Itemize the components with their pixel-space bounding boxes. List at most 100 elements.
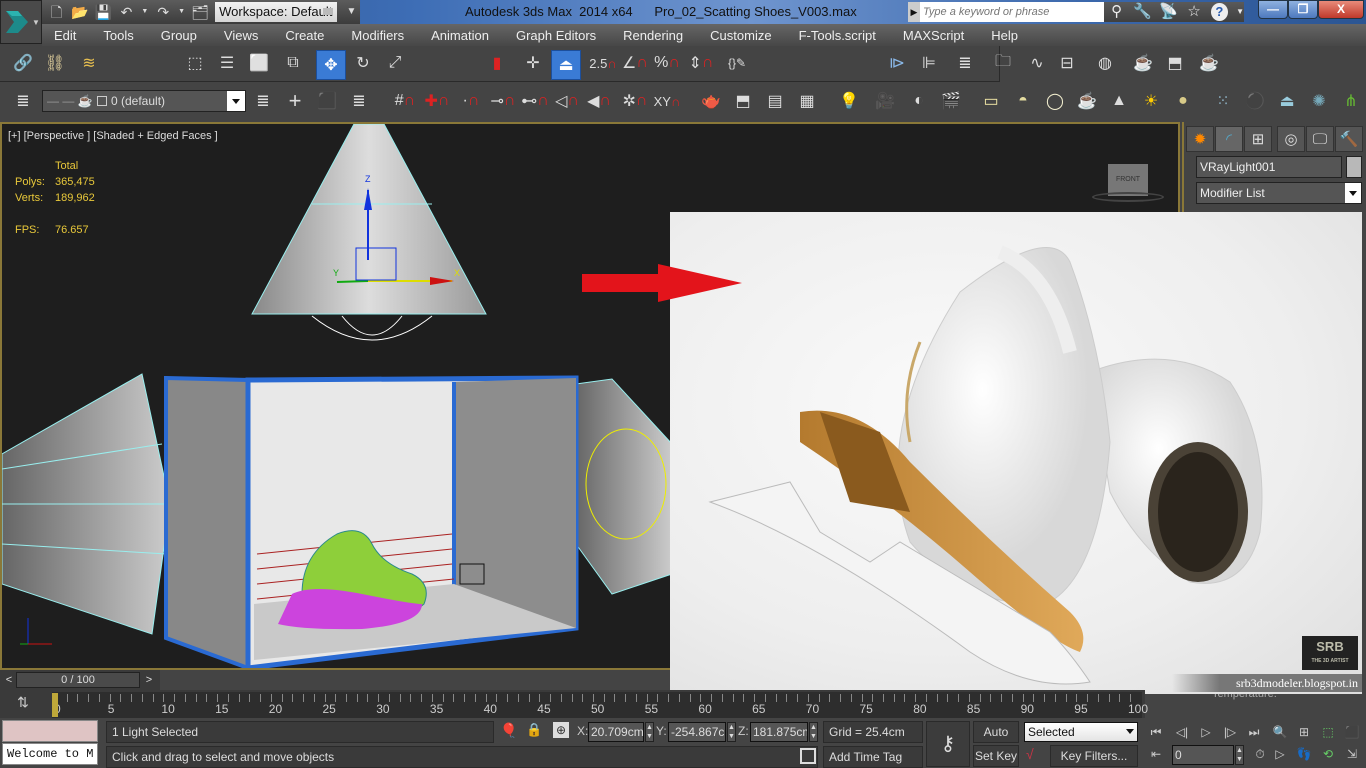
curve-editor-icon[interactable]: ∿ — [1024, 50, 1050, 76]
grass-icon[interactable]: ⋔ — [1338, 88, 1364, 114]
link-icon[interactable]: 🔗 — [10, 50, 36, 76]
x-spinner[interactable]: ▲ ▼ — [645, 722, 654, 742]
teapot-icon[interactable]: 🫖 — [698, 88, 724, 114]
select-objects-in-layer-icon[interactable]: ⬛ — [314, 88, 340, 114]
face-snap-icon[interactable]: ◀ ∩ — [586, 88, 612, 114]
key-mode-toggle-icon[interactable]: ⇤ — [1146, 744, 1166, 764]
save-icon[interactable]: 💾 — [95, 3, 112, 21]
auto-key-button[interactable]: Auto Key — [973, 721, 1019, 759]
frame-spinner[interactable]: ▲ ▼ — [1235, 745, 1244, 765]
keyboard-shortcut-override-icon[interactable]: ⏏ — [551, 50, 581, 80]
y-coordinate-field[interactable]: -254.867cm — [668, 722, 726, 742]
menu-views[interactable]: Views — [224, 28, 258, 43]
menu-group[interactable]: Group — [161, 28, 197, 43]
zoom-extents-icon[interactable]: ⬚ — [1318, 722, 1338, 742]
vertex-snap-icon[interactable]: · ∩ — [458, 88, 484, 114]
edit-named-selection-icon[interactable]: {}✎ — [724, 50, 750, 76]
particles-icon[interactable]: ⁙ — [1210, 88, 1236, 114]
spinner-snap-icon[interactable]: ⇕ ∩ — [688, 50, 714, 76]
timeline-ruler[interactable]: 0510152025303540455055606570758085909510… — [52, 692, 1148, 718]
maxscript-listener-input[interactable] — [2, 720, 98, 742]
window-crossing-icon[interactable]: ⧉ — [280, 50, 306, 76]
select-and-rotate-icon[interactable]: ↻ — [350, 50, 376, 76]
go-to-start-icon[interactable]: ⏮ — [1146, 722, 1166, 742]
set-key-button[interactable]: Set Key — [973, 745, 1019, 767]
viewcube-compass-ring[interactable] — [1092, 192, 1164, 202]
sphere-light-icon[interactable]: ◯ — [1042, 88, 1068, 114]
maximize-viewport-icon[interactable]: ⇲ — [1342, 744, 1362, 764]
dome-light-icon[interactable]: ◓ — [1010, 88, 1036, 114]
field-of-view-icon[interactable]: ▷ — [1270, 744, 1290, 764]
select-and-scale-icon[interactable]: ⤢ — [382, 50, 408, 76]
percent-snap-icon[interactable]: % ∩ — [654, 50, 680, 76]
object-name-field[interactable]: VRayLight001 — [1196, 156, 1342, 178]
key-mode-dropdown[interactable]: Selected — [1024, 722, 1138, 742]
mini-curve-editor-icon[interactable]: ⇅ — [8, 694, 38, 714]
tab-utilities[interactable]: 🔨 — [1335, 126, 1363, 152]
molecule-icon[interactable]: ⚫ — [1242, 88, 1268, 114]
layer-manager-icon[interactable]: ≣ — [952, 50, 978, 76]
pivot-point-center-icon[interactable]: ▮ — [484, 50, 510, 76]
pan-view-icon[interactable]: 👣 — [1294, 744, 1314, 764]
add-to-layer-icon[interactable]: + — [282, 88, 308, 114]
tab-hierarchy[interactable]: ⊞ — [1244, 126, 1272, 152]
help-icon[interactable]: ? — [1210, 3, 1229, 21]
zoom-extents-all-icon[interactable]: ⬛ — [1342, 722, 1362, 742]
stereo-camera-icon[interactable]: 🎬 — [938, 88, 964, 114]
camera-icon[interactable]: 🎥 — [872, 88, 898, 114]
scatter-icon[interactable]: ✺ — [1306, 88, 1332, 114]
time-slider-thumb[interactable]: 0 / 100 — [16, 672, 140, 688]
current-frame-field[interactable]: 0 — [1172, 745, 1234, 765]
tab-modify[interactable]: ◜ — [1215, 126, 1243, 152]
ambient-light-icon[interactable]: ● — [1170, 88, 1196, 114]
angle-snap-icon[interactable]: ∠ ∩ — [622, 50, 648, 76]
unlink-icon[interactable]: ⛓ — [42, 50, 68, 76]
zoom-icon[interactable]: 🔍 — [1270, 722, 1290, 742]
x-coordinate-field[interactable]: 20.709cm — [588, 722, 644, 742]
select-by-name-icon[interactable]: ☰ — [214, 50, 240, 76]
select-and-move-icon[interactable]: ✥ — [316, 50, 346, 80]
layer-manager-icon[interactable]: ≣ — [10, 88, 36, 114]
new-file-icon[interactable]: 🗋 — [48, 3, 65, 21]
layer-dropdown[interactable]: — — ☕ 0 (default) — [42, 90, 246, 112]
z-coordinate-field[interactable]: 181.875cm — [750, 722, 808, 742]
customize-qa-icon[interactable]: ▼ — [343, 3, 360, 21]
restore-button[interactable]: ❐ — [1288, 0, 1318, 19]
z-spinner[interactable]: ▲ ▼ — [809, 722, 818, 742]
schematic-view-icon[interactable]: ⊟ — [1054, 50, 1080, 76]
selection-lock-icon[interactable]: 🔒 — [526, 722, 542, 738]
tab-motion[interactable]: ◎ — [1277, 126, 1305, 152]
previous-frame-icon[interactable]: ◁| — [1172, 722, 1192, 742]
play-icon[interactable]: ▷ — [1196, 722, 1216, 742]
right-spotlight-cone[interactable] — [575, 378, 673, 595]
tab-display[interactable]: 🖵 — [1306, 126, 1334, 152]
redo-icon[interactable]: ↷ — [155, 3, 172, 21]
rendered-frame-window-icon[interactable]: ⬒ — [1162, 50, 1188, 76]
render-setup-icon[interactable]: ☕ — [1130, 50, 1156, 76]
time-tag-icon[interactable] — [800, 748, 816, 764]
endpoint-snap-icon[interactable]: ⊸ ∩ — [490, 88, 516, 114]
expand-arrow-icon[interactable]: ▶ — [908, 2, 920, 22]
time-configuration-icon[interactable]: ⏱ — [1250, 744, 1270, 764]
menu-create[interactable]: Create — [285, 28, 324, 43]
menu-graph-editors[interactable]: Graph Editors — [516, 28, 596, 43]
menu-modifiers[interactable]: Modifiers — [351, 28, 404, 43]
satellite-icon[interactable]: 📡 — [1159, 3, 1178, 21]
workspace-dropdown[interactable]: Workspace: Default — [215, 2, 337, 22]
bind-space-warp-icon[interactable]: ≋ — [76, 50, 102, 76]
light-lister-icon[interactable]: 💡 — [836, 88, 862, 114]
menu-edit[interactable]: Edit — [54, 28, 76, 43]
menu-ftools-script[interactable]: F-Tools.script — [799, 28, 876, 43]
ies-light-icon[interactable]: ▲ — [1106, 88, 1132, 114]
sun-icon[interactable]: ☀ — [1138, 88, 1164, 114]
scene-explorer-icon[interactable]: 🗀 — [990, 50, 1016, 76]
star-icon[interactable]: ☆ — [1185, 3, 1202, 21]
time-slider-prev[interactable]: < — [2, 672, 16, 688]
midpoint-snap-icon[interactable]: ⊷ ∩ — [521, 88, 549, 114]
absolute-mode-icon[interactable]: ⊕ — [553, 722, 569, 738]
menu-help[interactable]: Help — [991, 28, 1018, 43]
menu-rendering[interactable]: Rendering — [623, 28, 683, 43]
snap-options-icon[interactable]: ✲ ∩ — [622, 88, 648, 114]
add-time-tag-button[interactable]: Add Time Tag — [823, 746, 923, 768]
pyramid-icon[interactable]: ⏏ — [1274, 88, 1300, 114]
